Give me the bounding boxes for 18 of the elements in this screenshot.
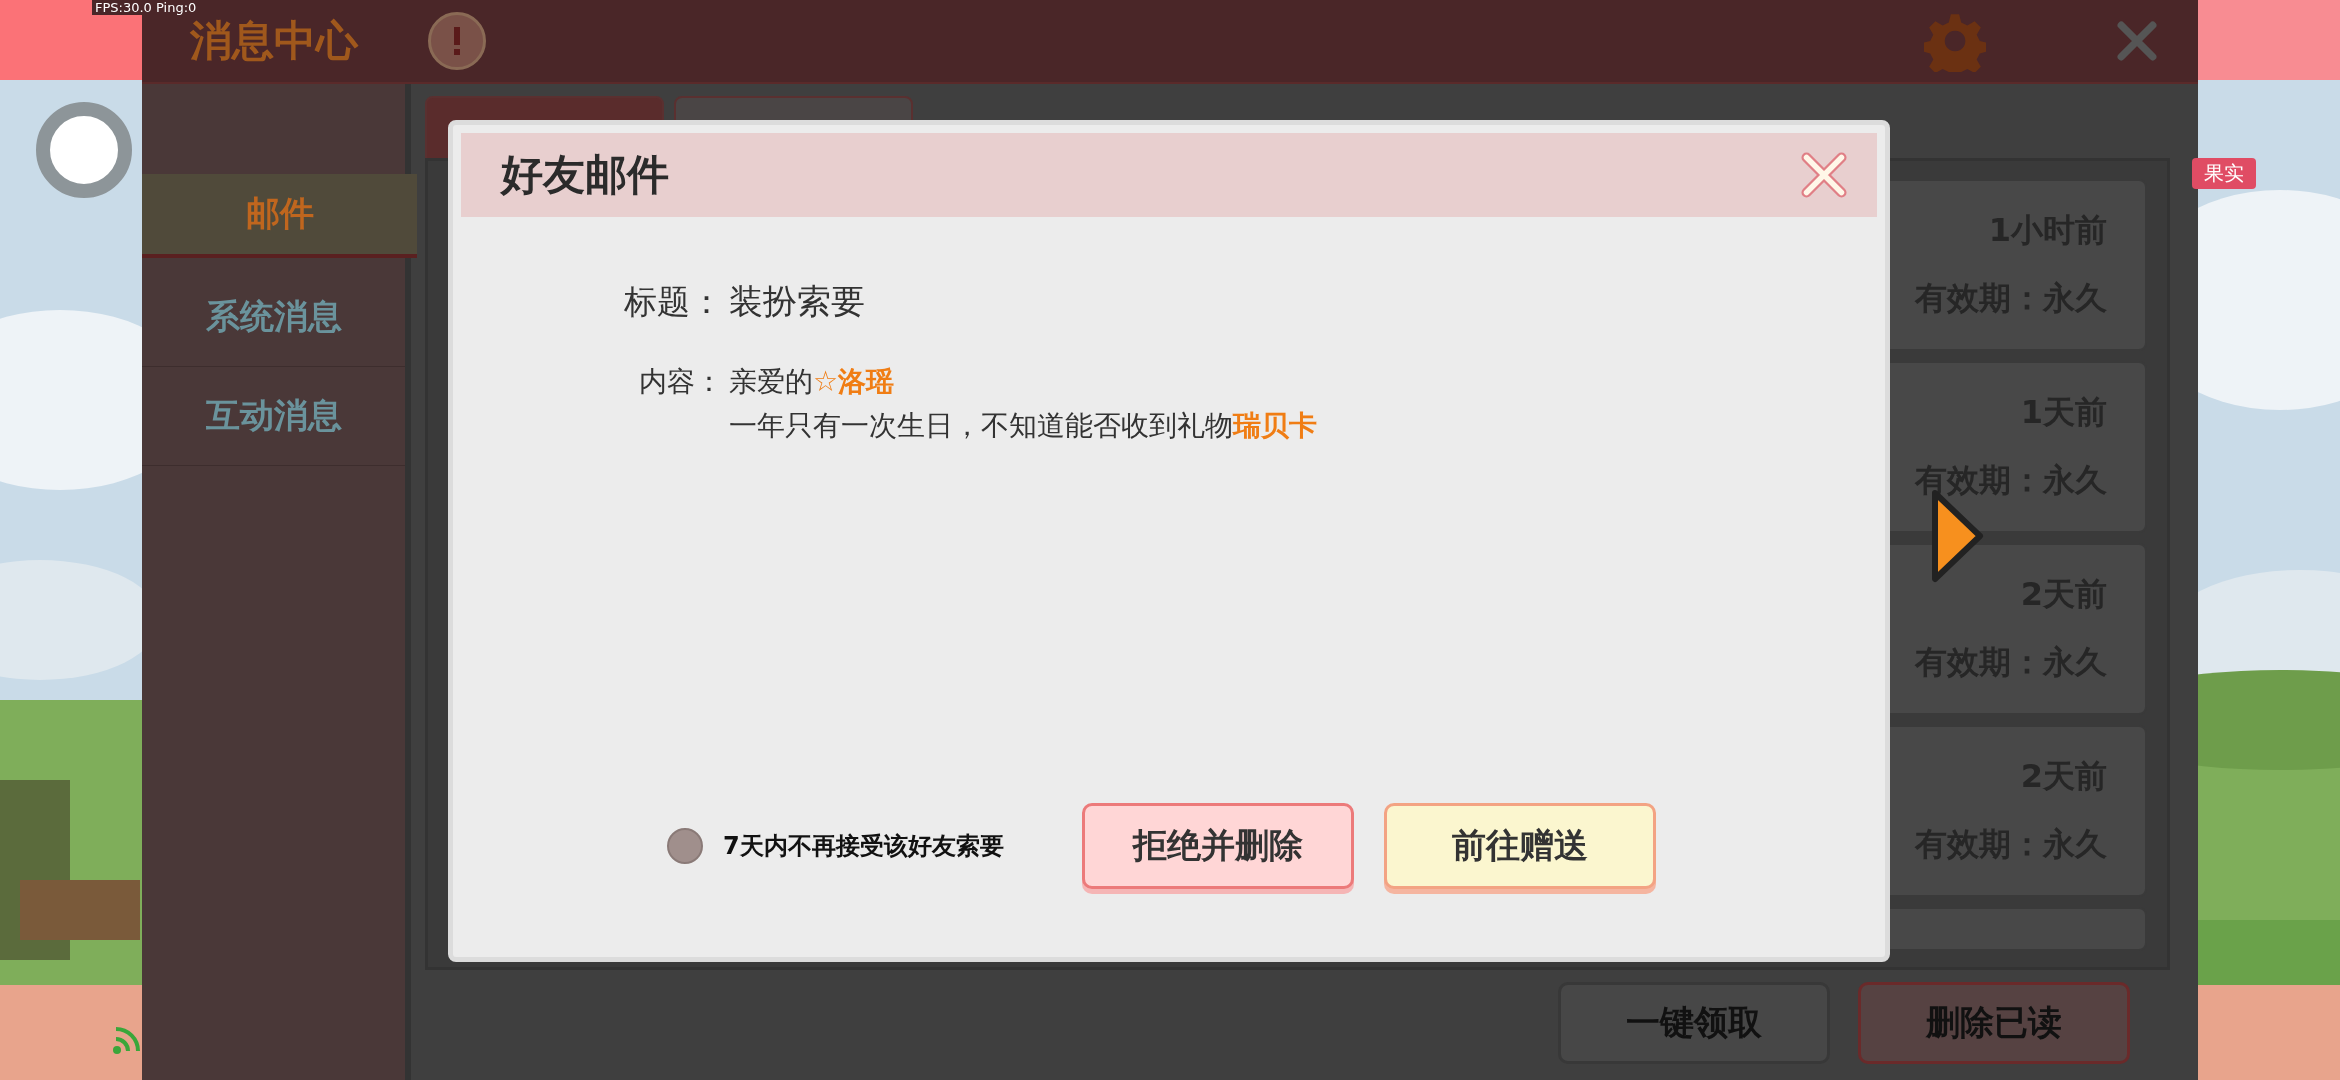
sidebar-item[interactable]: 邮件	[142, 174, 417, 258]
close-icon[interactable]	[2116, 20, 2158, 62]
sidebar-item[interactable]: 互动消息	[142, 367, 405, 466]
sidebar-item[interactable]: 系统消息	[142, 268, 405, 367]
footer-button[interactable]: 删除已读	[1858, 982, 2130, 1064]
close-icon[interactable]	[1801, 152, 1847, 198]
header-title: 消息中心	[190, 15, 358, 67]
radio-button[interactable]	[667, 828, 703, 864]
subject-label: 标题：	[623, 281, 723, 323]
alert-icon[interactable]	[428, 12, 486, 70]
wifi-icon	[112, 1025, 142, 1055]
content-line: 一年只有一次生日，不知道能否收到礼物瑞贝卡	[729, 408, 1317, 444]
side-badge[interactable]: 果实	[2192, 158, 2256, 189]
content-label: 内容：	[638, 364, 723, 400]
option-label: 7天内不再接受该好友索要	[723, 831, 1004, 862]
subject-text: 装扮索要	[729, 280, 865, 323]
content-line: 亲爱的☆洛瑶	[729, 364, 896, 400]
dialog-title: 好友邮件	[501, 149, 670, 201]
